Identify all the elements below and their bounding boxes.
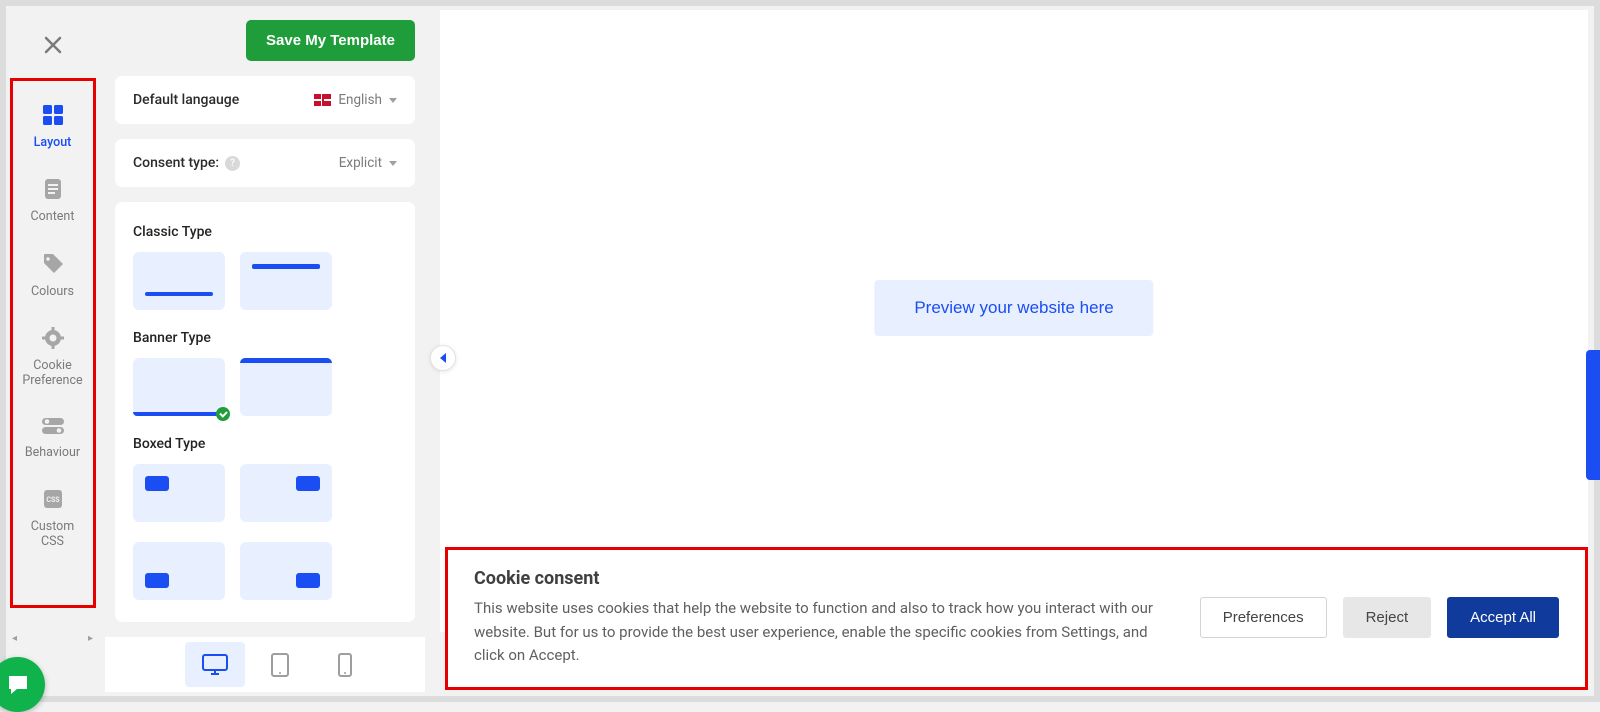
mobile-icon: [336, 652, 354, 678]
sidebar-scroll-hints: ◂▸: [10, 633, 95, 644]
template-boxed-top-right[interactable]: [240, 464, 332, 522]
tablet-icon: [269, 652, 291, 678]
chevron-left-icon: [440, 353, 446, 363]
preview-website-button[interactable]: Preview your website here: [874, 280, 1153, 336]
right-side-tab[interactable]: [1586, 350, 1600, 480]
preview-pane: Preview your website here: [440, 10, 1588, 632]
sidebar: Layout Content Colours Cookie Preference…: [10, 10, 95, 632]
consent-type-card: Consent type: ? Explicit: [115, 139, 415, 187]
help-icon[interactable]: ?: [225, 156, 240, 171]
sidebar-item-label: Custom CSS: [14, 520, 91, 549]
template-banner-bottom[interactable]: [133, 358, 225, 416]
default-language-value: English: [338, 92, 382, 108]
desktop-icon: [201, 653, 229, 677]
default-language-select[interactable]: English: [314, 92, 397, 108]
template-banner-top[interactable]: [240, 358, 332, 416]
consent-type-label: Consent type: ?: [133, 155, 240, 171]
settings-panel: Save My Template Default langauge Englis…: [105, 10, 425, 632]
chevron-down-icon: [389, 98, 397, 103]
template-boxed-bottom-right[interactable]: [240, 542, 332, 600]
default-language-card: Default langauge English: [115, 76, 415, 124]
default-language-label: Default langauge: [133, 92, 239, 108]
consent-type-value: Explicit: [339, 155, 382, 171]
template-classic-top[interactable]: [240, 252, 332, 310]
chat-icon: [5, 672, 31, 698]
sidebar-item-label: Content: [14, 210, 91, 224]
css-icon: CSS: [42, 488, 64, 510]
sidebar-item-colours[interactable]: Colours: [10, 239, 95, 313]
device-mobile-button[interactable]: [315, 642, 375, 687]
template-boxed-top-left[interactable]: [133, 464, 225, 522]
chevron-down-icon: [389, 161, 397, 166]
sidebar-item-cookie-preference[interactable]: Cookie Preference: [10, 313, 95, 402]
cookie-consent-banner: Cookie consent This website uses cookies…: [445, 547, 1588, 690]
svg-text:CSS: CSS: [46, 496, 60, 504]
gear-icon: [42, 327, 64, 349]
sidebar-item-label: Behaviour: [14, 446, 91, 460]
device-desktop-button[interactable]: [185, 642, 245, 687]
document-icon: [43, 178, 63, 200]
collapse-panel-button[interactable]: [430, 345, 456, 371]
device-preview-bar: [105, 637, 425, 692]
save-template-button[interactable]: Save My Template: [246, 20, 415, 61]
banner-type-heading: Banner Type: [133, 330, 397, 346]
selected-check-icon: [216, 407, 230, 421]
template-boxed-bottom-left[interactable]: [133, 542, 225, 600]
cookie-banner-body: This website uses cookies that help the …: [474, 597, 1170, 667]
sidebar-item-behaviour[interactable]: Behaviour: [10, 402, 95, 474]
sidebar-item-custom-css[interactable]: CSS Custom CSS: [10, 474, 95, 563]
cookie-reject-button[interactable]: Reject: [1343, 597, 1432, 638]
cookie-preferences-button[interactable]: Preferences: [1200, 597, 1327, 638]
grid-icon: [42, 104, 64, 126]
tag-icon: [42, 253, 64, 275]
device-tablet-button[interactable]: [250, 642, 310, 687]
template-classic-bottom[interactable]: [133, 252, 225, 310]
close-panel-button[interactable]: [33, 25, 73, 65]
sidebar-item-label: Colours: [14, 285, 91, 299]
uk-flag-icon: [314, 94, 331, 106]
template-types-card: Classic Type Banner Type Boxed Type: [115, 202, 415, 622]
classic-type-heading: Classic Type: [133, 224, 397, 240]
close-icon: [43, 35, 63, 55]
toggles-icon: [41, 416, 65, 436]
boxed-type-heading: Boxed Type: [133, 436, 397, 452]
sidebar-item-label: Cookie Preference: [14, 359, 91, 388]
cookie-accept-button[interactable]: Accept All: [1447, 597, 1559, 638]
sidebar-item-label: Layout: [14, 136, 91, 150]
sidebar-item-content[interactable]: Content: [10, 164, 95, 238]
consent-type-select[interactable]: Explicit: [339, 155, 397, 171]
sidebar-item-layout[interactable]: Layout: [10, 90, 95, 164]
cookie-banner-title: Cookie consent: [474, 568, 1170, 589]
